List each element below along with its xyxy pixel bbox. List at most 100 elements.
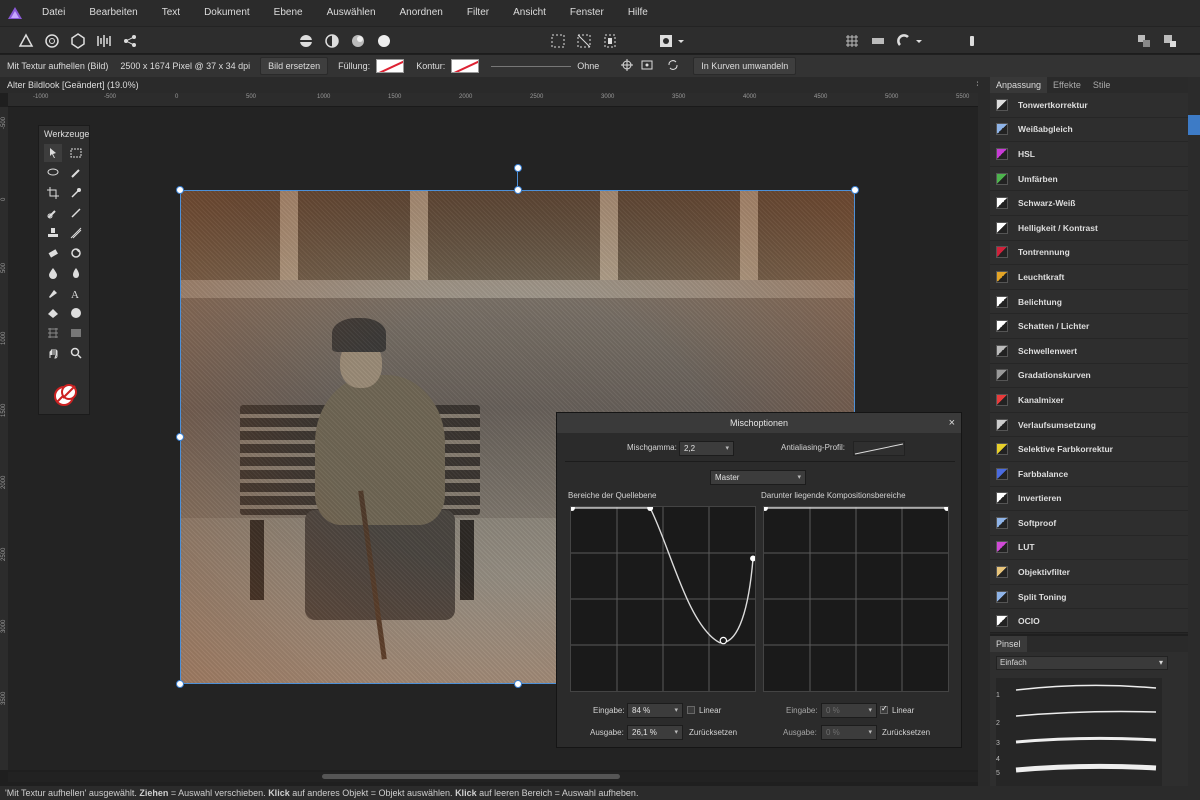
menu-3[interactable]: Dokument — [192, 0, 262, 26]
magnet-dropdown-icon[interactable] — [914, 31, 924, 51]
resize-handle-tr[interactable] — [851, 186, 859, 194]
dialog-title-bar[interactable]: Mischoptionen × — [557, 413, 961, 433]
adjustment-item[interactable]: Farbbalance — [990, 462, 1188, 487]
clone-tool-icon[interactable] — [44, 224, 62, 242]
tab-effekte[interactable]: Effekte — [1047, 80, 1087, 90]
snapping-icon[interactable] — [842, 31, 862, 51]
stroke-swatch[interactable] — [451, 59, 480, 73]
blend-gamma-field[interactable]: 2,2 ▾ — [679, 441, 734, 456]
lasso-tool-icon[interactable] — [44, 164, 62, 182]
source-range-graph[interactable] — [569, 505, 756, 692]
adjustment-item[interactable]: Split Toning — [990, 585, 1188, 610]
refine-selection-icon[interactable] — [656, 31, 676, 51]
dodge-tool-icon[interactable] — [67, 244, 85, 262]
gradient-tool-icon[interactable] — [67, 324, 85, 342]
blur-tool-icon[interactable] — [67, 264, 85, 282]
color-swatches-icon[interactable] — [53, 382, 79, 408]
adjustment-item[interactable]: Tontrennung — [990, 241, 1188, 266]
right-linear-checkbox[interactable] — [880, 704, 888, 714]
flip-icon[interactable] — [667, 59, 679, 73]
brush-stroke-1[interactable] — [1015, 684, 1157, 691]
document-tab[interactable]: Alter Bildlook [Geändert] (19.0%) × — [0, 77, 990, 93]
resize-handle-b[interactable] — [514, 680, 522, 688]
adjustment-item[interactable]: Tonwertkorrektur — [990, 93, 1188, 118]
text-tool-icon[interactable]: A — [67, 284, 85, 302]
left-linear-checkbox[interactable] — [687, 706, 695, 714]
pixel-brush-tool-icon[interactable] — [67, 204, 85, 222]
fill-swatch[interactable] — [376, 59, 405, 73]
menu-6[interactable]: Anordnen — [388, 0, 455, 26]
dialog-close-icon[interactable]: × — [949, 413, 955, 433]
red-eye-tool-icon[interactable] — [44, 304, 62, 322]
right-reset-button[interactable]: Zurücksetzen — [882, 728, 930, 737]
stroke-width-slider[interactable] — [491, 65, 572, 67]
menu-9[interactable]: Fenster — [558, 0, 616, 26]
curve-node-selected[interactable] — [719, 636, 728, 645]
tone-mapping-persona-icon[interactable] — [94, 31, 114, 51]
rect-marquee-tool-icon[interactable] — [67, 144, 85, 162]
adjustment-item[interactable]: Verlaufsumsetzung — [990, 413, 1188, 438]
adjustment-item[interactable]: LUT — [990, 536, 1188, 561]
healing-tool-icon[interactable] — [67, 224, 85, 242]
liquify-persona-icon[interactable] — [42, 31, 62, 51]
brush-category-select[interactable]: Einfach ▾ — [996, 656, 1168, 670]
brush-stroke-4[interactable] — [1015, 763, 1157, 773]
underlying-range-graph[interactable] — [762, 505, 950, 692]
curve-node[interactable] — [750, 555, 756, 562]
adjustment-item[interactable]: Umfärben — [990, 167, 1188, 192]
paint-brush-tool-icon[interactable] — [44, 204, 62, 222]
menu-4[interactable]: Ebene — [262, 0, 315, 26]
refine-dropdown-icon[interactable] — [676, 31, 686, 51]
menu-10[interactable]: Hilfe — [616, 0, 660, 26]
adjustment-item[interactable]: Invertieren — [990, 487, 1188, 512]
develop-persona-icon[interactable] — [68, 31, 88, 51]
assistant-icon[interactable] — [962, 31, 982, 51]
brush-stroke-3[interactable] — [1015, 736, 1157, 744]
right-output-field[interactable]: 0 % ▾ — [821, 725, 877, 740]
crop-tool-icon[interactable] — [44, 184, 62, 202]
horizontal-scroll-thumb[interactable] — [322, 774, 620, 779]
menu-7[interactable]: Filter — [455, 0, 501, 26]
zoom-tool-icon[interactable] — [67, 344, 85, 362]
channel-select[interactable]: Master ▾ — [710, 470, 806, 485]
curve-node[interactable] — [944, 505, 950, 511]
adjustment-item[interactable]: Helligkeit / Kontrast — [990, 216, 1188, 241]
layout-icon[interactable] — [1160, 31, 1180, 51]
align-icon[interactable] — [868, 31, 888, 51]
fill-tool-icon[interactable] — [44, 264, 62, 282]
hand-tool-icon[interactable] — [44, 344, 62, 362]
menu-8[interactable]: Ansicht — [501, 0, 558, 26]
adjustment-item[interactable]: Softproof — [990, 511, 1188, 536]
left-reset-button[interactable]: Zurücksetzen — [689, 728, 737, 737]
left-input-field[interactable]: 84 % ▾ — [627, 703, 683, 718]
adjustment-item[interactable]: Gradationskurven — [990, 364, 1188, 389]
transform-origin-icon[interactable] — [641, 59, 653, 73]
curve-node[interactable] — [647, 505, 654, 511]
adjustment-item[interactable]: Weißabgleich — [990, 118, 1188, 143]
tab-brushes[interactable]: Pinsel — [990, 636, 1027, 652]
adjustment-item[interactable]: Kanalmixer — [990, 388, 1188, 413]
shape-tool-icon[interactable] — [67, 304, 85, 322]
select-invert-icon[interactable] — [574, 31, 594, 51]
magnet-icon[interactable] — [894, 31, 914, 51]
rotation-handle[interactable] — [514, 164, 522, 172]
resize-handle-tl[interactable] — [176, 186, 184, 194]
adjustment-item[interactable]: Leuchtkraft — [990, 265, 1188, 290]
marquee-select-icon[interactable] — [548, 31, 568, 51]
adjustment-item[interactable]: Schwarz-Weiß — [990, 191, 1188, 216]
move-tool-icon[interactable] — [44, 144, 62, 162]
eraser-tool-icon[interactable] — [44, 244, 62, 262]
color-picker-tool-icon[interactable] — [67, 184, 85, 202]
adjustment-item[interactable]: OCIO — [990, 609, 1188, 635]
pen-tool-icon[interactable] — [44, 284, 62, 302]
arrange-icon[interactable] — [1134, 31, 1154, 51]
antialias-curve-preview[interactable] — [853, 441, 905, 456]
crosshair-icon[interactable] — [621, 59, 634, 73]
resize-handle-bl[interactable] — [176, 680, 184, 688]
auto-levels-icon[interactable] — [296, 31, 316, 51]
auto-colors-icon[interactable] — [348, 31, 368, 51]
adjustment-item[interactable]: Schwellenwert — [990, 339, 1188, 364]
export-persona-icon[interactable] — [120, 31, 140, 51]
right-input-field[interactable]: 0 % ▾ — [821, 703, 877, 718]
mesh-warp-tool-icon[interactable] — [44, 324, 62, 342]
